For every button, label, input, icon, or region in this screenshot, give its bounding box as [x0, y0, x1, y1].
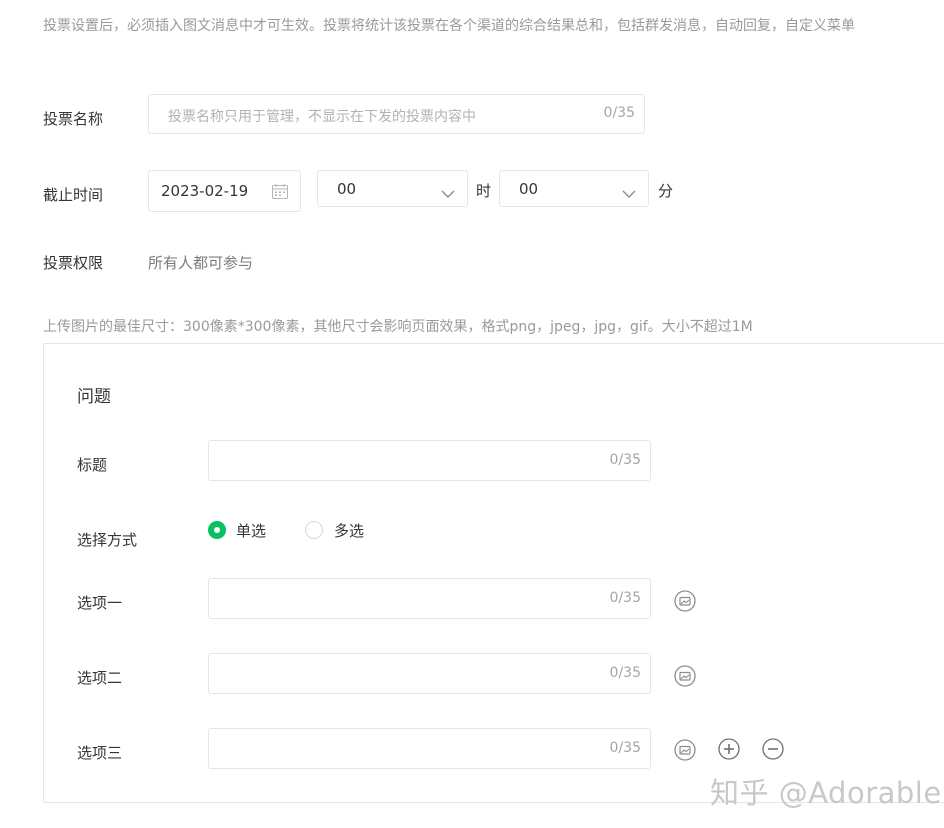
deadline-date-picker[interactable]: 2023-02-19	[148, 170, 301, 212]
option-label: 选项二	[77, 669, 123, 687]
deadline-hour-select[interactable]: 00	[317, 170, 468, 207]
image-upload-icon[interactable]	[674, 739, 696, 761]
permission-label: 投票权限	[43, 254, 104, 272]
chevron-down-icon	[441, 184, 455, 203]
remove-circle-icon[interactable]	[762, 738, 784, 760]
deadline-minute-value: 00	[519, 180, 539, 198]
minute-unit: 分	[658, 182, 674, 200]
vote-name-placeholder: 投票名称只用于管理，不显示在下发的投票内容中	[168, 109, 476, 125]
option-label: 选项三	[77, 744, 123, 762]
watermark: 知乎 @Adorable	[710, 776, 942, 810]
radio-checked-icon	[208, 521, 226, 539]
radio-single-label: 单选	[236, 522, 267, 540]
question-title-label: 标题	[77, 456, 108, 474]
select-mode-label: 选择方式	[77, 531, 138, 549]
question-panel: 问题 标题 0/35 选择方式 单选 多选 选项一 0/35 选项二 0/35 …	[43, 343, 944, 803]
option-counter: 0/35	[609, 665, 641, 681]
radio-multiple[interactable]: 多选	[305, 520, 385, 542]
vote-notice: 投票设置后，必须插入图文消息中才可生效。投票将统计该投票在各个渠道的综合结果总和…	[43, 18, 855, 34]
question-title-counter: 0/35	[609, 452, 641, 468]
radio-multiple-label: 多选	[334, 522, 365, 540]
hour-unit: 时	[476, 182, 492, 200]
option-label: 选项一	[77, 594, 123, 612]
upload-hint: 上传图片的最佳尺寸：300像素*300像素，其他尺寸会影响页面效果，格式png，…	[43, 319, 753, 335]
image-upload-icon[interactable]	[674, 665, 696, 687]
radio-unchecked-icon	[305, 521, 323, 539]
option-input[interactable]: 0/35	[208, 653, 651, 694]
vote-name-label: 投票名称	[43, 110, 104, 128]
calendar-icon	[272, 184, 288, 203]
deadline-hour-value: 00	[337, 180, 357, 198]
deadline-date-value: 2023-02-19	[161, 182, 249, 200]
question-title-input[interactable]: 0/35	[208, 440, 651, 481]
vote-name-input[interactable]: 投票名称只用于管理，不显示在下发的投票内容中 0/35	[148, 94, 645, 134]
add-circle-icon[interactable]	[718, 738, 740, 760]
radio-single[interactable]: 单选	[208, 520, 288, 542]
option-counter: 0/35	[609, 590, 641, 606]
deadline-label: 截止时间	[43, 186, 104, 204]
question-heading: 问题	[77, 387, 111, 407]
chevron-down-icon	[622, 184, 636, 203]
option-input[interactable]: 0/35	[208, 578, 651, 619]
option-counter: 0/35	[609, 740, 641, 756]
option-input[interactable]: 0/35	[208, 728, 651, 769]
vote-name-counter: 0/35	[603, 105, 635, 121]
permission-value: 所有人都可参与	[148, 254, 254, 272]
image-upload-icon[interactable]	[674, 590, 696, 612]
deadline-minute-select[interactable]: 00	[499, 170, 649, 207]
